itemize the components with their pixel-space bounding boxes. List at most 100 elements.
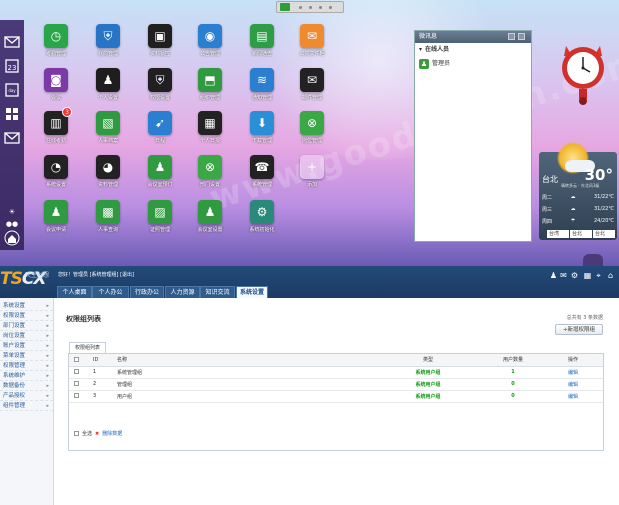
desktop-icon[interactable]: ▣ 资料锁控: [138, 24, 182, 57]
desktop-icon[interactable]: ▤ 新闻通告: [240, 24, 284, 57]
province-select[interactable]: 台湾: [547, 230, 569, 238]
minimize-icon[interactable]: [508, 33, 515, 40]
close-icon[interactable]: [518, 33, 525, 40]
users-icon[interactable]: ♟: [549, 271, 558, 280]
desktop-icon[interactable]: ⬒ 组织管理: [188, 68, 232, 101]
sidebar-item[interactable]: 权限管理: [0, 361, 53, 371]
desktop-dot[interactable]: [309, 6, 312, 9]
desktop-icon[interactable]: ♟ 个人设置: [86, 68, 130, 101]
desktop-icon[interactable]: ▥ 3 在线考勤: [34, 107, 78, 144]
tray-avatar[interactable]: [583, 254, 603, 266]
tab-5[interactable]: 系统设置: [236, 286, 268, 298]
sidebar-item[interactable]: 产品授权: [0, 391, 53, 401]
home-icon[interactable]: ⌂: [606, 271, 615, 280]
sidebar-item[interactable]: 组件管理: [0, 401, 53, 411]
row-checkbox[interactable]: [74, 369, 79, 374]
desktop-icon[interactable]: ➹ 日程: [138, 111, 182, 144]
home-icon[interactable]: [3, 230, 21, 246]
sidebar-item[interactable]: 菜单设置: [0, 351, 53, 361]
desktop-icon[interactable]: ▩ 人事查询: [86, 200, 130, 233]
row-checkbox[interactable]: [74, 393, 79, 398]
tab-0[interactable]: 个人桌面: [57, 286, 92, 298]
desktop-dot[interactable]: [319, 6, 322, 9]
tab-2[interactable]: 行政办公: [130, 286, 164, 298]
table-cell[interactable]: 编辑: [543, 366, 603, 379]
desktop-icon[interactable]: ✉ 公共文件柜: [290, 24, 334, 57]
table-cell[interactable]: 编辑: [543, 390, 603, 403]
gear-icon[interactable]: ⚙: [570, 271, 579, 280]
delete-icon[interactable]: ✖: [95, 431, 99, 437]
welcome-text[interactable]: 您好！管理员 [系统管理组] [退出]: [58, 271, 134, 278]
select-all-checkbox[interactable]: [74, 431, 79, 436]
desktop-icon[interactable]: ☎ 系统管理: [240, 155, 284, 188]
select-all-label[interactable]: 全选: [82, 430, 92, 437]
sidebar-item[interactable]: 岗位设置: [0, 331, 53, 341]
city-select[interactable]: 台北: [570, 230, 592, 238]
desktop-switcher[interactable]: [276, 1, 344, 13]
table-cell[interactable]: [69, 378, 93, 391]
delete-selected-link[interactable]: 删除数据: [102, 430, 122, 437]
desktop-icon[interactable]: ⚙ 系统初始化: [240, 200, 284, 233]
desktop-icon[interactable]: ◷ 考勤管理: [34, 24, 78, 57]
chat-group[interactable]: ▾ 在线人员: [415, 43, 531, 57]
mail-icon[interactable]: [3, 34, 21, 50]
desktop-icon[interactable]: ✉ 邮件管理: [290, 68, 334, 101]
desktop-icon[interactable]: ▨ 证照管理: [138, 200, 182, 233]
location-icon[interactable]: ⌖: [594, 271, 603, 280]
desktop-switcher-active[interactable]: [280, 3, 290, 11]
tab-group-list[interactable]: 权限组列表: [69, 342, 107, 353]
desktop-dot[interactable]: [329, 6, 332, 9]
desktop-icon[interactable]: ▦ 个人日报: [188, 111, 232, 144]
desktop-icon[interactable]: ◕ 资料管理: [86, 155, 130, 188]
desktop-icon[interactable]: ▧ 人事档案: [86, 111, 130, 144]
grid-icon[interactable]: ▦: [583, 271, 592, 280]
table-row[interactable]: 2 管理组 系统用户组 0 编辑: [69, 378, 603, 391]
desktop-icon[interactable]: ⊗ 岗位管理: [290, 111, 334, 144]
apps-icon[interactable]: [3, 106, 21, 122]
sidebar-item[interactable]: 部门设置: [0, 321, 53, 331]
sidebar-item[interactable]: 权限设置: [0, 311, 53, 321]
tab-4[interactable]: 知识交流: [200, 286, 235, 298]
district-select[interactable]: 台北: [593, 230, 615, 238]
desktop-icon[interactable]: ⬇ 下载管理: [240, 111, 284, 144]
sidebar-item[interactable]: 账户设置: [0, 341, 53, 351]
notification-badge: 3: [62, 107, 72, 117]
day-icon[interactable]: day: [3, 82, 21, 98]
desktop-icon[interactable]: ♟ 会议室设置: [188, 200, 232, 233]
table-cell[interactable]: 编辑: [543, 378, 603, 391]
table-footer: 全选 ✖ 删除数据: [74, 430, 122, 437]
desktop-icon[interactable]: ◙ 会议: [34, 68, 78, 101]
sidebar-item[interactable]: 系统维护: [0, 371, 53, 381]
chat-window[interactable]: 微讯息 ▾ 在线人员 ♟ 管理员: [414, 30, 532, 242]
sidebar-item[interactable]: 系统设置: [0, 301, 53, 311]
envelope-icon[interactable]: [3, 130, 21, 146]
calendar-icon[interactable]: 23: [3, 58, 21, 74]
table-cell: 系统用户组: [373, 390, 483, 403]
tab-1[interactable]: 个人办公: [92, 286, 129, 298]
cloud-icon: ☁: [570, 194, 576, 200]
mail-icon[interactable]: ✉: [559, 271, 568, 280]
chat-user[interactable]: ♟ 管理员: [415, 57, 531, 71]
desktop-icon[interactable]: ≋ 通知管理: [240, 68, 284, 101]
desktop-icon[interactable]: + 添加: [290, 155, 334, 188]
add-group-button[interactable]: +新增权限组: [555, 324, 603, 335]
tab-3[interactable]: 人力资源: [165, 286, 200, 298]
table-row[interactable]: 3 用户组 系统用户组 0 编辑: [69, 390, 603, 403]
desktop-icon-label: 会议申请: [45, 227, 66, 233]
table-row[interactable]: 1 系统管理组 系统用户组 1 编辑: [69, 366, 603, 379]
sidebar-item[interactable]: 数据备份: [0, 381, 53, 391]
table-cell[interactable]: [69, 390, 93, 403]
record-count: 总共有 3 条数据: [566, 315, 603, 321]
header-checkbox[interactable]: [74, 356, 79, 362]
desktop-dot[interactable]: [299, 6, 302, 9]
table-cell[interactable]: [69, 366, 93, 379]
desktop-icon[interactable]: ⛨ 权限设置: [138, 68, 182, 101]
chat-title-bar[interactable]: 微讯息: [415, 31, 531, 43]
desktop-icon[interactable]: ◉ 公告管理: [188, 24, 232, 57]
desktop-icon[interactable]: ◔ 系统设置: [34, 155, 78, 188]
desktop-icon[interactable]: ⊗ 部门设置: [188, 155, 232, 188]
desktop-icon[interactable]: ⛨ 我的管理: [86, 24, 130, 57]
row-checkbox[interactable]: [74, 381, 79, 386]
desktop-icon[interactable]: ♟ 会议室预订: [138, 155, 182, 188]
desktop-icon[interactable]: ♟ 会议申请: [34, 200, 78, 233]
